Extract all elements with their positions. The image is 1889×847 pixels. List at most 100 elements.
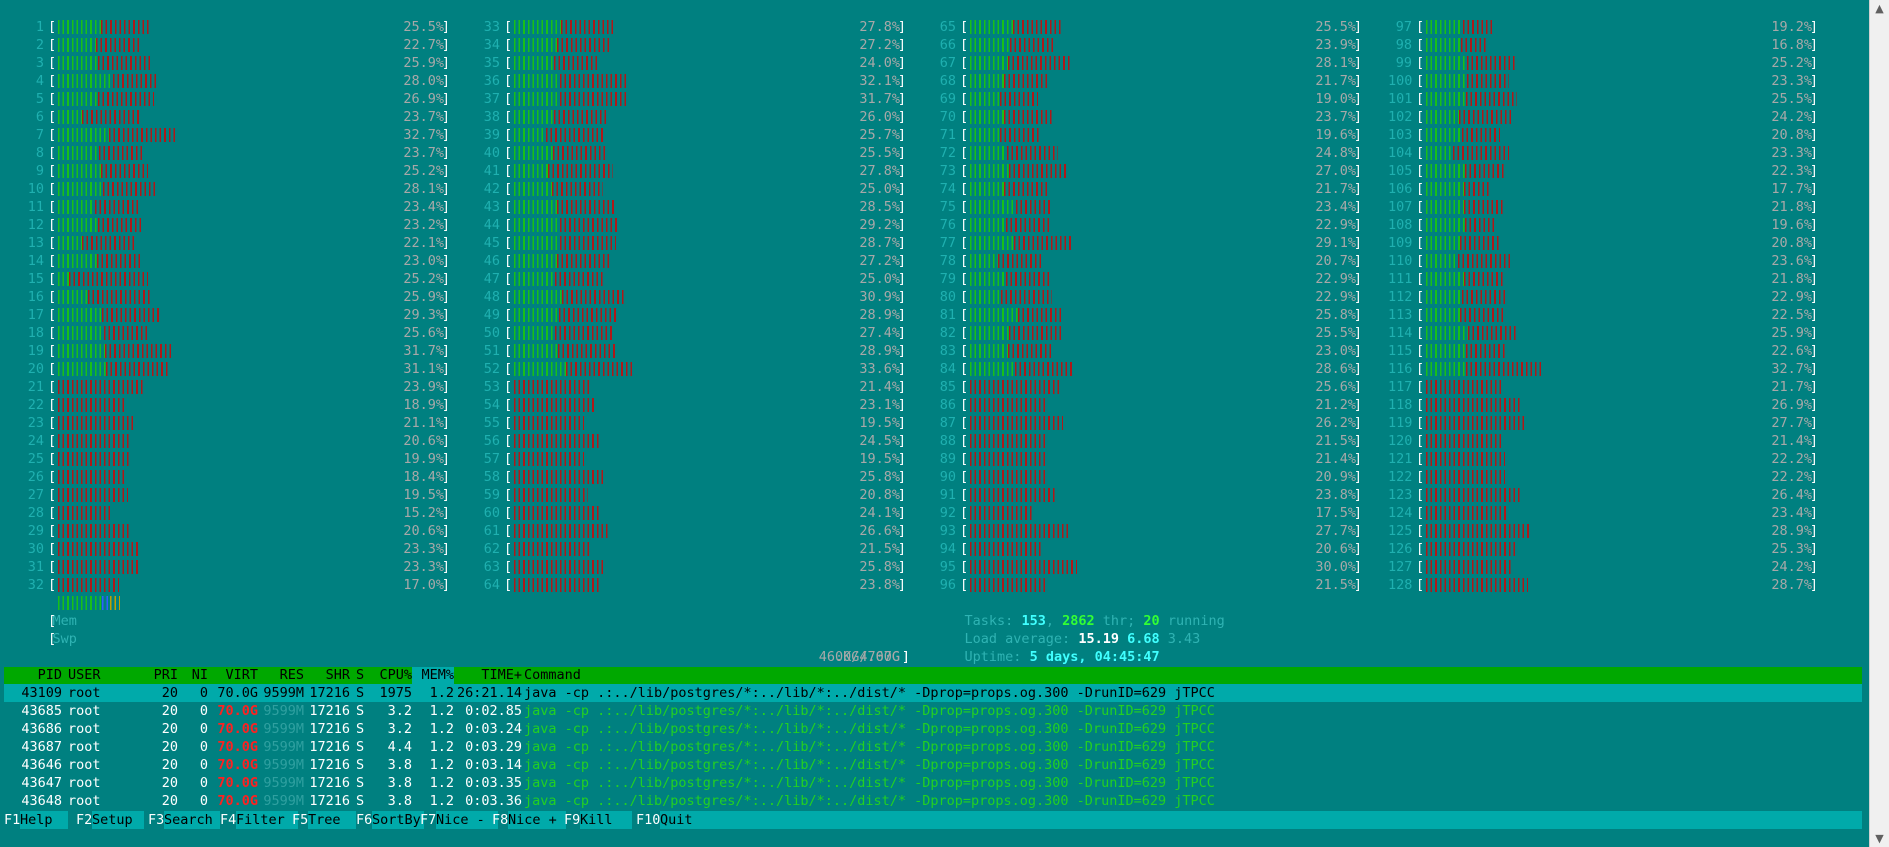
cpu-bar-kernel [970, 380, 1061, 394]
cpu-meter: 73[27.0%] [932, 162, 1362, 180]
cpu-index: 49 [483, 307, 500, 323]
cpu-meter: 49[28.9%] [476, 306, 906, 324]
cpu-bar [1426, 434, 1502, 448]
col-command[interactable]: Command [524, 667, 581, 684]
function-key-f6[interactable]: F6 [356, 811, 372, 829]
cpu-percent: 24.2% [1771, 109, 1812, 125]
cpu-meter: 80[22.9%] [932, 288, 1362, 306]
process-row[interactable]: 43687 root 20 0 70.0G 9599M 17216 S 4.4 1.2 0:03.2… [4, 738, 1862, 756]
col-virt[interactable]: VIRT [210, 667, 258, 684]
function-key-f5[interactable]: F5 [292, 811, 308, 829]
function-key-f4[interactable]: F4 [220, 811, 236, 829]
function-key-label[interactable]: Nice + [508, 811, 566, 829]
cpu-meter: 76[22.9%] [932, 216, 1362, 234]
cpu-bar-kernel [1015, 362, 1072, 376]
function-key-label[interactable]: Tree [308, 811, 356, 829]
cpu-percent: 25.5% [859, 145, 900, 161]
cpu-percent: 25.2% [403, 271, 444, 287]
col-pid[interactable]: PID [4, 667, 62, 684]
col-time[interactable]: TIME+ [456, 667, 522, 684]
cpu-bar-kernel [514, 380, 590, 394]
triangle-up-icon[interactable]: ▲ [1870, 0, 1889, 17]
col-pri[interactable]: PRI [144, 667, 178, 684]
cpu-meter: 34[27.2%] [476, 36, 906, 54]
process-row[interactable]: 43685 root 20 0 70.0G 9599M 17216 S 3.2 1.2 0:02.8… [4, 702, 1862, 720]
pid: 43685 [21, 703, 62, 719]
cpu-index: 61 [483, 523, 500, 539]
priority: 20 [161, 703, 178, 719]
cpu-bar [514, 56, 600, 70]
function-key-f8[interactable]: F8 [492, 811, 508, 829]
cpu-bar [970, 344, 1052, 358]
cpu-index: 89 [939, 451, 956, 467]
cpu-bar-normal [514, 236, 560, 250]
cpu-index: 104 [1388, 145, 1413, 161]
cpu-percent: 22.7% [403, 37, 444, 53]
cpu-bar-kernel [559, 308, 617, 322]
col-res[interactable]: RES [260, 667, 304, 684]
cpu-meter: 125[28.9%] [1388, 523, 1818, 539]
process-table-header[interactable]: PID USER PRI NI VIRT RES SHR S CPU% MEM%… [4, 667, 1862, 684]
function-key-label[interactable]: Setup [92, 811, 144, 829]
process-row[interactable]: 43646 root 20 0 70.0G 9599M 17216 S 3.8 1.2 0:03.1… [4, 756, 1862, 774]
process-row-selected[interactable]: 43109 root 20 0 70.0G 9599M 17216 S 1975 1.2 26:21… [4, 684, 1862, 702]
cpu-meter: 5[26.9%] [20, 90, 450, 108]
cpu-percent: 28.1% [1315, 55, 1356, 71]
col-ni[interactable]: NI [182, 667, 208, 684]
state: S [356, 793, 365, 809]
process-row[interactable]: 43686 root 20 0 70.0G 9599M 17216 S 3.2 1.2 0:03.2… [4, 720, 1862, 738]
cpu-meter: 50[27.4%] [476, 324, 906, 342]
process-row[interactable]: 43648 root 20 0 70.0G 9599M 17216 S 3.8 1.2 0:03.3… [4, 792, 1862, 810]
vertical-scrollbar[interactable]: ▲ ▼ [1869, 0, 1889, 847]
cpu-index: 84 [939, 361, 956, 377]
cpu-percent: 23.4% [1315, 199, 1356, 215]
function-key-label[interactable]: SortBy [372, 811, 424, 829]
function-key-f7[interactable]: F7 [420, 811, 436, 829]
cpu-meter: 6[23.7%] [20, 108, 450, 126]
cpu-bar [58, 110, 142, 124]
cpu-meter: 124[23.4%] [1388, 505, 1818, 521]
cpu-meter: 70[23.7%] [932, 108, 1362, 126]
function-key-f9[interactable]: F9 [564, 811, 580, 829]
col-shr[interactable]: SHR [306, 667, 350, 684]
cpu-bar [1426, 74, 1509, 88]
function-key-f1[interactable]: F1 [4, 811, 20, 829]
cpu-bar-kernel [553, 146, 605, 160]
cpu-percent: 22.2% [1771, 451, 1812, 467]
cpu-index: 87 [939, 415, 956, 431]
function-key-f3[interactable]: F3 [148, 811, 164, 829]
cpu-bar [58, 416, 133, 430]
cpu-bar-kernel [98, 92, 154, 106]
cpu-percent: 23.7% [403, 109, 444, 125]
cpu-bar-normal [1426, 164, 1465, 178]
cpu-meter: 33[27.8%] [476, 18, 906, 36]
cpu-bar [1426, 38, 1486, 52]
col-user[interactable]: USER [68, 667, 101, 684]
function-key-label[interactable]: Nice - [436, 811, 498, 829]
cpu-meter: 42[25.0%] [476, 180, 906, 198]
cpu-bar-kernel [101, 164, 148, 178]
cpu-index: 11 [27, 199, 44, 215]
nice: 0 [199, 757, 208, 773]
cpu-meter: 120[21.4%] [1388, 433, 1818, 449]
cpu-bar-normal [970, 38, 1010, 52]
col-mem-sorted[interactable]: MEM% [412, 667, 454, 684]
function-key-label[interactable]: Help [20, 811, 68, 829]
function-key-label[interactable]: Search [164, 811, 220, 829]
function-key-f2[interactable]: F2 [76, 811, 92, 829]
cpu-bar-kernel [1004, 182, 1047, 196]
triangle-down-icon[interactable]: ▼ [1870, 830, 1889, 847]
col-state[interactable]: S [356, 667, 364, 684]
cpu-bar-kernel [1426, 560, 1512, 574]
cpu-index: 107 [1388, 199, 1413, 215]
function-key-label[interactable]: Filter [236, 811, 298, 829]
cpu-percent: 22.2% [1771, 469, 1812, 485]
process-row[interactable]: 43647 root 20 0 70.0G 9599M 17216 S 3.8 1.2 0:03.3… [4, 774, 1862, 792]
function-key-label[interactable]: Kill [580, 811, 632, 829]
function-key-f10[interactable]: F10 [636, 811, 660, 829]
time: 0:03.24 [465, 721, 522, 737]
nice: 0 [199, 685, 208, 701]
cpu-meter: 8[23.7%] [20, 144, 450, 162]
cpu-bar-kernel [58, 542, 141, 556]
col-cpu[interactable]: CPU% [370, 667, 412, 684]
